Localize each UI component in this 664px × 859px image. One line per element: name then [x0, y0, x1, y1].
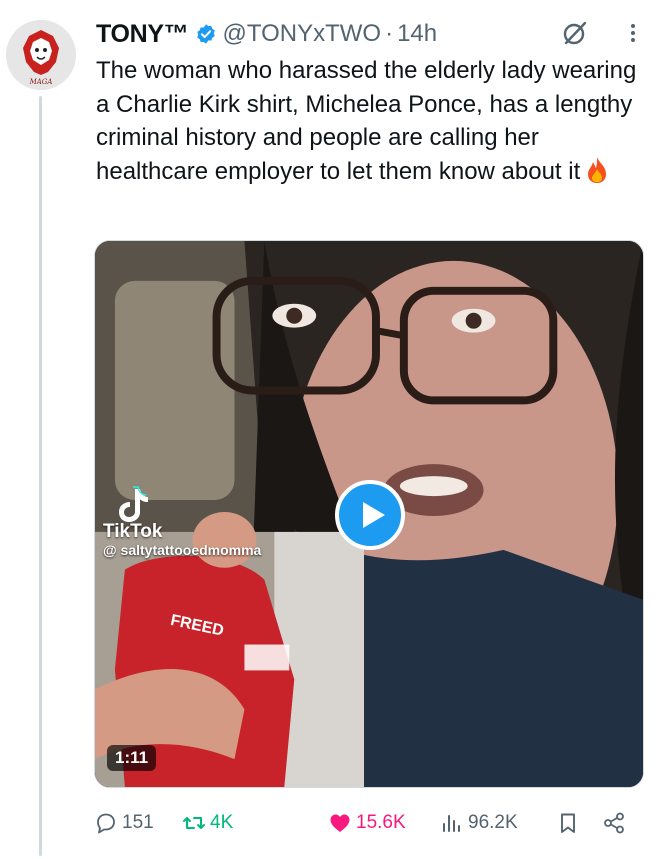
reply-icon: [97, 813, 115, 834]
handle[interactable]: @TONYxTWO: [223, 20, 382, 48]
retweet-count: 4K: [210, 812, 234, 833]
share-icon: [604, 812, 624, 834]
tweet-body: The woman who harassed the elderly lady …: [96, 57, 637, 185]
display-name[interactable]: TONY™: [96, 20, 189, 49]
like-count: 15.6K: [356, 812, 406, 833]
verified-badge-icon: [196, 24, 215, 44]
tiktok-logo-icon: [119, 486, 148, 522]
like-button[interactable]: 15.6K: [328, 806, 406, 840]
fire-icon: [588, 156, 607, 183]
views-count: 96.2K: [468, 812, 518, 833]
video-duration: 1:11: [107, 745, 157, 771]
more-options-icon[interactable]: [618, 18, 648, 48]
bookmark-icon: [561, 813, 575, 833]
action-bar: 151 4K 15.6K 96.2K: [94, 806, 644, 840]
views-button[interactable]: 96.2K: [440, 806, 518, 840]
views-chart-icon: [443, 815, 460, 832]
retweet-button[interactable]: 4K: [182, 806, 233, 840]
separator-dot: ·: [385, 20, 394, 47]
reply-count: 151: [122, 812, 154, 833]
avatar[interactable]: MAGA: [6, 20, 76, 90]
tiktok-username: @ saltytattooedmomma: [103, 542, 262, 558]
grok-icon[interactable]: [560, 18, 590, 48]
bookmark-button[interactable]: [556, 806, 584, 840]
lion-logo-icon: MAGA: [6, 20, 76, 90]
svg-text:MAGA: MAGA: [29, 78, 53, 86]
play-button-icon[interactable]: [335, 480, 405, 550]
tiktok-brand-label: TikTok: [103, 521, 163, 542]
share-button[interactable]: [602, 806, 630, 840]
retweet-icon: [183, 817, 205, 829]
timestamp[interactable]: 14h: [397, 20, 437, 48]
reply-button[interactable]: 151: [94, 806, 154, 840]
heart-icon: [330, 814, 350, 832]
tweet-text: The woman who harassed the elderly lady …: [96, 54, 652, 188]
thread-line: [39, 96, 42, 856]
tweet-header: TONY™ @TONYxTWO · 14h: [96, 16, 648, 52]
video-player[interactable]: FREED TikTok @ saltytattooedmomma 1:11: [94, 240, 644, 788]
